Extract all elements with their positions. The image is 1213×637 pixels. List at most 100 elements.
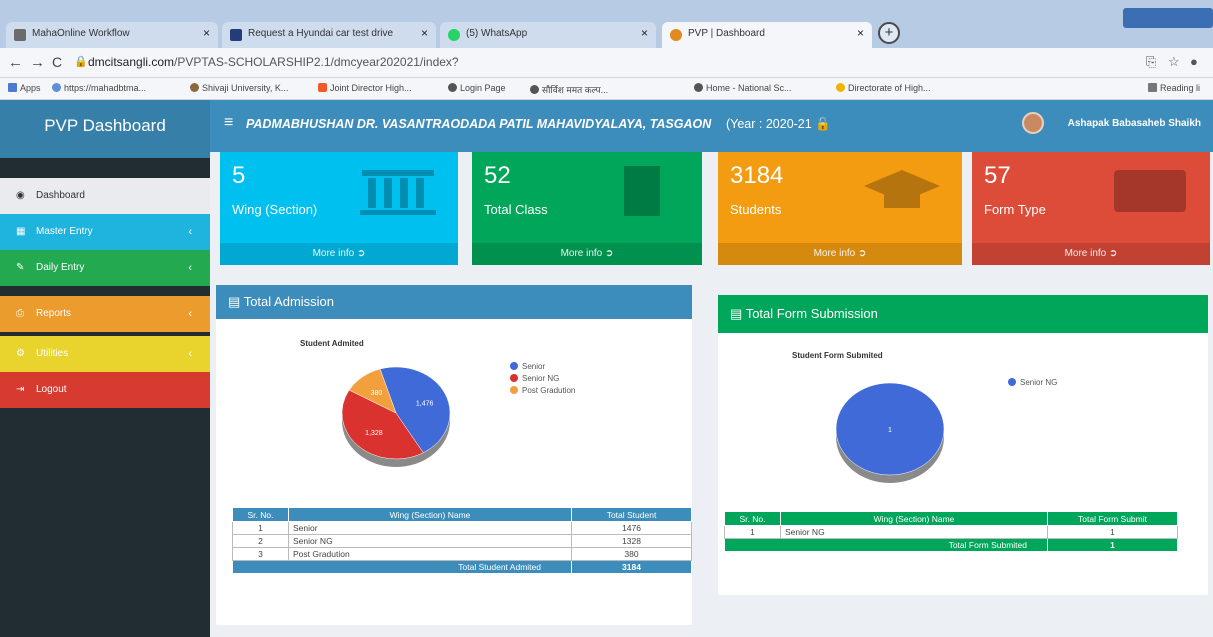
bookmark-item[interactable]: सौर्विश ममत कल्प...	[530, 83, 608, 96]
reading-list-icon	[1148, 83, 1157, 92]
edit-icon: ✎	[16, 262, 25, 273]
lock-icon[interactable]: 🔒	[74, 55, 88, 68]
blogger-icon	[318, 83, 327, 92]
browser-tab[interactable]: MahaOnline Workflow ×	[6, 22, 218, 48]
legend-label: Senior	[522, 362, 546, 371]
bookmark-item[interactable]: Login Page	[448, 83, 506, 93]
more-info-label: More info	[312, 248, 355, 259]
sidebar-item-reports[interactable]: ⎙ Reports ‹	[0, 296, 210, 332]
sidebar-item-logout[interactable]: ⇥ Logout	[0, 372, 210, 408]
arrow-circle-right-icon: ➲	[1109, 248, 1118, 259]
unlock-icon[interactable]: 🔓	[815, 117, 831, 131]
footer-value: 1	[1047, 538, 1178, 552]
stat-label: Wing (Section)	[232, 202, 318, 217]
share-icon[interactable]: ⎘	[1146, 54, 1156, 70]
main-content: 5 Wing (Section) More info ➲ 5 2 Total Cl…	[210, 152, 1213, 637]
bank-icon	[360, 170, 436, 215]
sidebar-item-master-entry[interactable]: ▦ Master Entry ‹	[0, 214, 210, 250]
bookmark-item[interactable]: Directorate of High...	[836, 83, 931, 93]
forward-arrow-icon[interactable]: →	[30, 54, 45, 71]
reload-icon[interactable]: C	[52, 54, 62, 70]
col-header: Wing (Section) Name	[288, 507, 572, 522]
submission-pie-chart: 1	[835, 382, 945, 483]
tab-title: (5) WhatsApp	[466, 28, 528, 39]
globe-icon	[694, 83, 703, 92]
user-avatar[interactable]	[1022, 112, 1044, 134]
top-navbar: ≡ PADMABHUSHAN DR. VASANTRAODADA PATIL M…	[210, 100, 1213, 152]
brand-logo[interactable]: PVP Dashboard	[0, 100, 210, 158]
table-row: 3 Post Gradution 380	[232, 547, 692, 561]
sidebar-item-dashboard[interactable]: ◉ Dashboard	[0, 178, 210, 214]
browser-tab[interactable]: (5) WhatsApp ×	[440, 22, 656, 48]
profile-icon[interactable]: ●	[1190, 54, 1198, 69]
pie-data-label: 1,328	[365, 430, 383, 437]
legend-label: Post Gradution	[522, 386, 576, 395]
bookmark-reading-list[interactable]: Reading li	[1148, 83, 1200, 93]
globe-icon	[448, 83, 457, 92]
browser-tab[interactable]: Request a Hyundai car test drive ×	[222, 22, 436, 48]
sidebar-item-utilities[interactable]: ⚙ Utilities ‹	[0, 336, 210, 372]
legend-swatch	[510, 386, 518, 394]
bookmark-item[interactable]: Home - National Sc...	[694, 83, 792, 93]
id-card-icon	[1114, 170, 1186, 212]
table-cell: Senior NG	[780, 525, 1048, 539]
tab-favicon-icon	[230, 29, 242, 41]
legend-item[interactable]: Senior NG	[1008, 377, 1057, 389]
legend-swatch	[510, 362, 518, 370]
bookmark-item[interactable]: https://mahadbtma...	[52, 83, 146, 93]
legend-item[interactable]: Senior	[510, 361, 575, 373]
tab-title: PVP | Dashboard	[688, 28, 765, 39]
admission-pie-chart: 1,476 1,328 380	[341, 366, 451, 467]
bookmark-label: https://mahadbtma...	[64, 83, 147, 93]
bookmark-item[interactable]: Shivaji University, K...	[190, 83, 288, 93]
bookmark-item[interactable]: Joint Director High...	[318, 83, 412, 93]
sidebar-item-daily-entry[interactable]: ✎ Daily Entry ‹	[0, 250, 210, 286]
legend-swatch	[1008, 378, 1016, 386]
legend-item[interactable]: Senior NG	[510, 373, 575, 385]
close-tab-icon[interactable]: ×	[203, 26, 210, 40]
more-info-link[interactable]: More info ➲	[220, 243, 458, 265]
url-field[interactable]: dmcitsangli.com/PVPTAS-SCHOLARSHIP2.1/dm…	[88, 55, 459, 69]
stat-value: 5	[232, 162, 246, 189]
sidebar-item-label: Daily Entry	[36, 262, 85, 273]
table-footer-row: Total Student Admited 3184	[232, 560, 692, 574]
close-tab-icon[interactable]: ×	[857, 26, 864, 40]
university-icon	[190, 83, 199, 92]
academic-year: (Year : 2020-21 🔓	[726, 117, 831, 132]
new-tab-button[interactable]: +	[878, 22, 900, 44]
user-name[interactable]: Ashapak Babasaheb Shaikh	[1068, 118, 1201, 129]
star-icon[interactable]: ☆	[1168, 54, 1180, 70]
bookmark-apps[interactable]: Apps	[8, 83, 41, 93]
admission-table: Sr. No. Wing (Section) Name Total Studen…	[232, 507, 692, 574]
table-cell: 1328	[571, 534, 692, 548]
table-row: 1 Senior NG 1	[724, 525, 1178, 539]
more-info-link[interactable]: More info ➲	[718, 243, 962, 265]
globe-icon	[530, 85, 539, 94]
graduation-cap-icon	[864, 170, 940, 208]
close-tab-icon[interactable]: ×	[421, 26, 428, 40]
browser-tab-active[interactable]: PVP | Dashboard ×	[662, 22, 872, 48]
window-controls[interactable]	[1123, 8, 1213, 28]
table-cell: 2	[232, 534, 289, 548]
more-info-link[interactable]: More info ➲	[972, 243, 1210, 265]
legend-item[interactable]: Post Gradution	[510, 385, 575, 397]
hamburger-menu-icon[interactable]: ≡	[224, 114, 233, 132]
pie-data-label: 1	[888, 427, 892, 434]
table-cell: Post Gradution	[288, 547, 572, 561]
table-cell: 3	[232, 547, 289, 561]
more-info-label: More info	[1064, 248, 1107, 259]
col-header: Sr. No.	[232, 507, 289, 522]
stat-card-wing: 5 Wing (Section) More info ➲	[220, 152, 458, 265]
legend-label: Senior NG	[1020, 378, 1058, 387]
chevron-left-icon: ‹	[188, 226, 192, 238]
chart-title: Student Admited	[300, 339, 364, 348]
browser-tab-bar: MahaOnline Workflow × Request a Hyundai …	[0, 0, 1213, 48]
submission-table: Sr. No. Wing (Section) Name Total Form S…	[724, 511, 1178, 552]
close-tab-icon[interactable]: ×	[641, 26, 648, 40]
stat-card-students: 3184 Students More info ➲	[718, 152, 962, 265]
admission-panel: ▤ Total Admission Student Admited 1,476 1…	[216, 285, 692, 625]
back-arrow-icon[interactable]: ←	[8, 54, 23, 71]
sign-out-icon: ⇥	[16, 384, 25, 395]
more-info-link[interactable]: More info ➲	[472, 243, 702, 265]
stat-label: Total Class	[484, 202, 548, 217]
